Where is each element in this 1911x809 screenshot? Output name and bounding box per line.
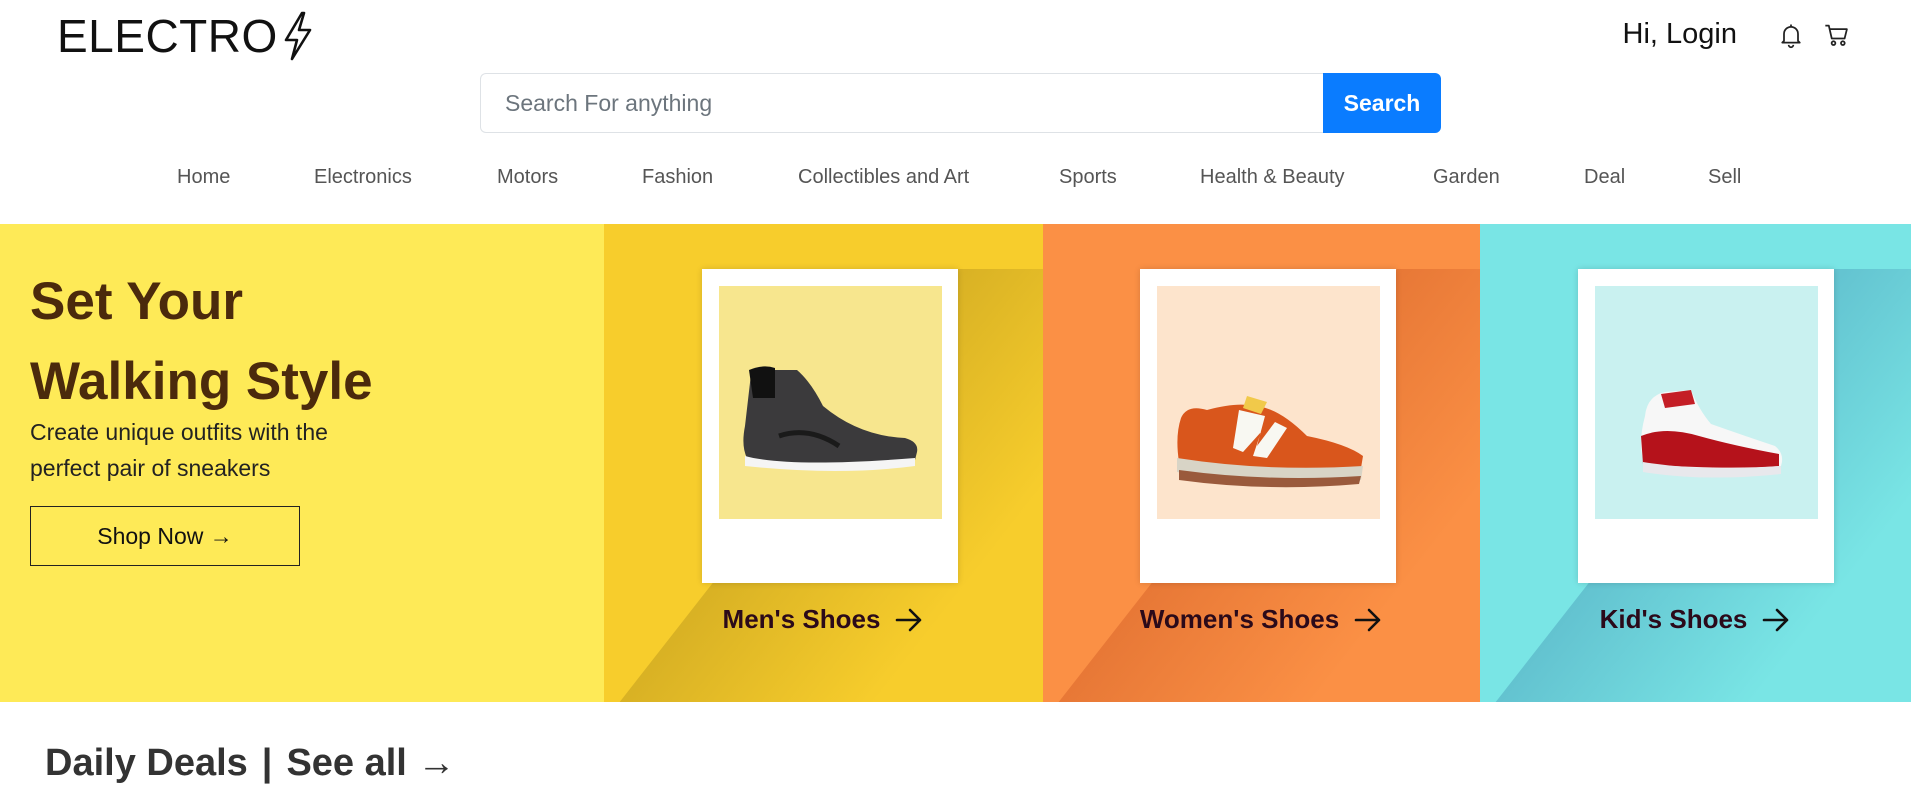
sneaker-icon: [719, 286, 942, 519]
category-card[interactable]: [702, 269, 958, 583]
hero-banner: Set Your Walking Style Create unique out…: [0, 224, 1911, 702]
hero-title: Set Your Walking Style: [30, 262, 590, 422]
see-all-link[interactable]: See all →: [286, 742, 455, 785]
deals-separator: |: [261, 742, 273, 784]
arrow-right-icon: [896, 608, 922, 631]
category-panel-kids-shoes[interactable]: Kid's Shoes: [1480, 224, 1911, 702]
womens-shoe-image: [1157, 286, 1380, 519]
sneaker-icon: [1157, 286, 1380, 519]
panel-link[interactable]: Men's Shoes: [604, 604, 1043, 635]
bell-icon[interactable]: [1777, 21, 1805, 49]
panel-label-text: Women's Shoes: [1139, 604, 1340, 634]
search-input[interactable]: [480, 73, 1323, 133]
hero-intro: Set Your Walking Style Create unique out…: [0, 224, 604, 702]
category-card[interactable]: [1140, 269, 1396, 583]
nav-item-fashion[interactable]: Fashion: [642, 166, 713, 189]
nav-item-sports[interactable]: Sports: [1059, 166, 1117, 189]
nav-item-health-beauty[interactable]: Health & Beauty: [1200, 166, 1345, 189]
nav-item-home[interactable]: Home: [177, 166, 230, 189]
panel-link[interactable]: Kid's Shoes: [1480, 604, 1911, 635]
nav-item-electronics[interactable]: Electronics: [314, 166, 412, 189]
shop-now-button[interactable]: Shop Now →: [30, 506, 300, 566]
mens-shoe-image: [719, 286, 942, 519]
brand-name: ELECTRO: [57, 10, 278, 62]
arrow-right-icon: [1354, 608, 1381, 631]
nav-item-collectibles-and-art[interactable]: Collectibles and Art: [798, 166, 969, 189]
nav-item-motors[interactable]: Motors: [497, 166, 558, 189]
hero-subtitle: Create unique outfits with the perfect p…: [30, 419, 328, 481]
panel-label-text: Kid's Shoes: [1599, 604, 1748, 634]
panel-link[interactable]: Women's Shoes: [1043, 604, 1480, 635]
brand-logo[interactable]: ELECTRO: [57, 10, 316, 62]
category-nav: Home Electronics Motors Fashion Collecti…: [0, 166, 1911, 196]
nav-item-sell[interactable]: Sell: [1708, 166, 1741, 189]
search-button[interactable]: Search: [1323, 73, 1441, 133]
cart-icon[interactable]: [1823, 21, 1851, 49]
daily-deals-title: Daily Deals: [45, 742, 248, 784]
hero-title-line1: Set Your: [30, 272, 244, 331]
hero-title-line2: Walking Style: [30, 352, 373, 411]
search-bar: Search: [480, 73, 1441, 133]
nav-item-deal[interactable]: Deal: [1584, 166, 1625, 189]
lightning-bolt-icon: [284, 11, 312, 61]
category-card[interactable]: [1578, 269, 1834, 583]
daily-deals-header: Daily Deals | See all →: [45, 742, 455, 785]
header-actions: Hi, Login: [1623, 18, 1851, 51]
login-link[interactable]: Hi, Login: [1623, 18, 1737, 51]
category-panel-womens-shoes[interactable]: Women's Shoes: [1043, 224, 1480, 702]
kids-shoe-image: [1595, 286, 1818, 519]
category-panel-mens-shoes[interactable]: Men's Shoes: [604, 224, 1043, 702]
nav-item-garden[interactable]: Garden: [1433, 166, 1500, 189]
arrow-right-icon: [1763, 608, 1789, 631]
panel-label-text: Men's Shoes: [722, 604, 881, 634]
sneaker-icon: [1595, 286, 1818, 519]
